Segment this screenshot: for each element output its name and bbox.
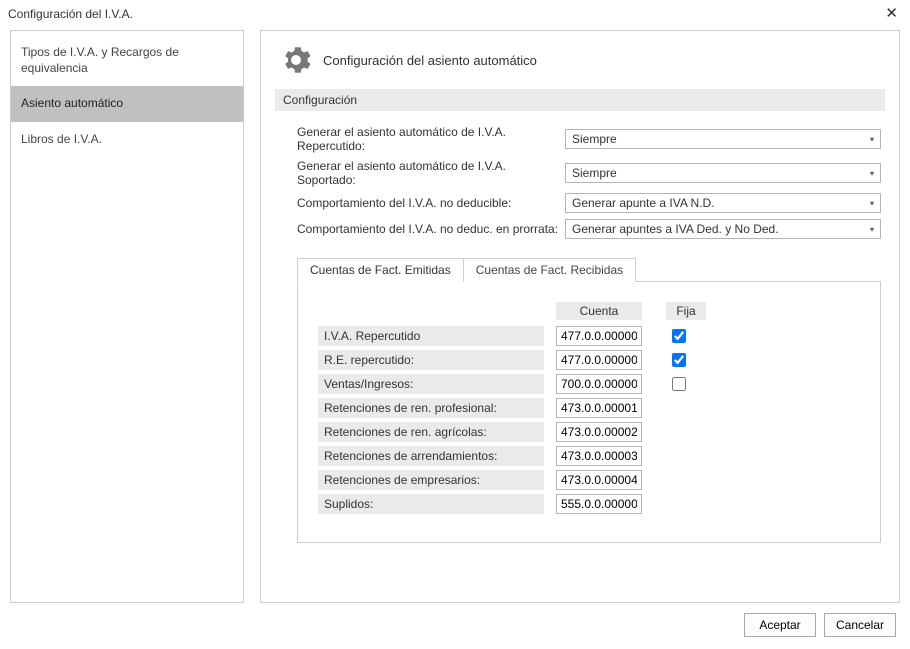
titlebar: Configuración del I.V.A. ✕ xyxy=(0,0,910,29)
close-icon[interactable]: ✕ xyxy=(881,6,902,21)
account-row: Retenciones de ren. profesional: xyxy=(318,398,860,418)
account-row: R.E. repercutido: xyxy=(318,350,860,370)
account-row-label: I.V.A. Repercutido xyxy=(318,326,544,346)
account-row-label: Retenciones de ren. profesional: xyxy=(318,398,544,418)
header-fija: Fija xyxy=(666,302,706,320)
tabs: Cuentas de Fact. Emitidas Cuentas de Fac… xyxy=(297,257,881,543)
select-value: Generar apunte a IVA N.D. xyxy=(572,196,715,210)
account-input[interactable] xyxy=(556,350,642,370)
account-row: Ventas/Ingresos: xyxy=(318,374,860,394)
account-input[interactable] xyxy=(556,374,642,394)
account-row-label: Retenciones de empresarios: xyxy=(318,470,544,490)
config-form: Generar el asiento automático de I.V.A. … xyxy=(297,125,881,239)
account-row-label: Ventas/Ingresos: xyxy=(318,374,544,394)
tab-label: Cuentas de Fact. Emitidas xyxy=(310,263,451,277)
tab-emitidas[interactable]: Cuentas de Fact. Emitidas xyxy=(297,258,464,282)
subsection-label: Configuración xyxy=(275,89,885,111)
account-row: I.V.A. Repercutido xyxy=(318,326,860,346)
tab-buttons: Cuentas de Fact. Emitidas Cuentas de Fac… xyxy=(297,257,881,282)
config-row-repercutido: Generar el asiento automático de I.V.A. … xyxy=(297,125,881,153)
content-panel: Configuración del asiento automático Con… xyxy=(260,30,900,603)
select-value: Generar apuntes a IVA Ded. y No Ded. xyxy=(572,222,779,236)
sidebar-item-label: Libros de I.V.A. xyxy=(21,132,102,146)
tab-recibidas[interactable]: Cuentas de Fact. Recibidas xyxy=(464,258,636,282)
sidebar-item-asiento-automatico[interactable]: Asiento automático xyxy=(11,86,243,122)
select-value: Siempre xyxy=(572,132,617,146)
gear-icon xyxy=(281,45,311,75)
account-fixed-checkbox[interactable] xyxy=(672,353,686,367)
sidebar-item-tipos-iva[interactable]: Tipos de I.V.A. y Recargos de equivalenc… xyxy=(11,35,243,86)
config-label: Comportamiento del I.V.A. no deducible: xyxy=(297,196,565,210)
section-header: Configuración del asiento automático xyxy=(281,45,885,75)
account-input[interactable] xyxy=(556,470,642,490)
account-row-label: Retenciones de arrendamientos: xyxy=(318,446,544,466)
account-input[interactable] xyxy=(556,398,642,418)
accounts-table-header: Cuenta Fija xyxy=(318,302,860,320)
section-title: Configuración del asiento automático xyxy=(323,53,537,68)
config-row-prorrata: Comportamiento del I.V.A. no deduc. en p… xyxy=(297,219,881,239)
window-title: Configuración del I.V.A. xyxy=(8,7,133,21)
main-area: Tipos de I.V.A. y Recargos de equivalenc… xyxy=(10,30,900,603)
account-row: Retenciones de ren. agrícolas: xyxy=(318,422,860,442)
chevron-down-icon: ▾ xyxy=(864,164,880,182)
config-select-prorrata[interactable]: Generar apuntes a IVA Ded. y No Ded. ▾ xyxy=(565,219,881,239)
config-select-no-deducible[interactable]: Generar apunte a IVA N.D. ▾ xyxy=(565,193,881,213)
account-input[interactable] xyxy=(556,494,642,514)
tab-panel-emitidas: Cuenta Fija I.V.A. Repercutido R.E. reper… xyxy=(297,282,881,543)
accounts-table-body: I.V.A. Repercutido R.E. repercutido: Venta… xyxy=(318,326,860,514)
config-label: Generar el asiento automático de I.V.A. … xyxy=(297,159,565,187)
account-fixed-checkbox[interactable] xyxy=(672,377,686,391)
chevron-down-icon: ▾ xyxy=(864,194,880,212)
sidebar: Tipos de I.V.A. y Recargos de equivalenc… xyxy=(10,30,244,603)
accept-button[interactable]: Aceptar xyxy=(744,613,816,637)
account-row-label: Suplidos: xyxy=(318,494,544,514)
config-row-no-deducible: Comportamiento del I.V.A. no deducible: … xyxy=(297,193,881,213)
config-label: Generar el asiento automático de I.V.A. … xyxy=(297,125,565,153)
config-label: Comportamiento del I.V.A. no deduc. en p… xyxy=(297,222,565,236)
account-input[interactable] xyxy=(556,446,642,466)
select-value: Siempre xyxy=(572,166,617,180)
config-select-soportado[interactable]: Siempre ▾ xyxy=(565,163,881,183)
sidebar-item-label: Asiento automático xyxy=(21,96,123,110)
config-select-repercutido[interactable]: Siempre ▾ xyxy=(565,129,881,149)
account-fixed-checkbox[interactable] xyxy=(672,329,686,343)
account-row-label: R.E. repercutido: xyxy=(318,350,544,370)
chevron-down-icon: ▾ xyxy=(864,130,880,148)
cancel-button[interactable]: Cancelar xyxy=(824,613,896,637)
sidebar-item-libros-iva[interactable]: Libros de I.V.A. xyxy=(11,122,243,158)
account-row: Suplidos: xyxy=(318,494,860,514)
config-row-soportado: Generar el asiento automático de I.V.A. … xyxy=(297,159,881,187)
dialog-footer: Aceptar Cancelar xyxy=(744,613,896,637)
account-input[interactable] xyxy=(556,422,642,442)
account-row-label: Retenciones de ren. agrícolas: xyxy=(318,422,544,442)
account-row: Retenciones de empresarios: xyxy=(318,470,860,490)
chevron-down-icon: ▾ xyxy=(864,220,880,238)
tab-label: Cuentas de Fact. Recibidas xyxy=(476,263,623,277)
account-row: Retenciones de arrendamientos: xyxy=(318,446,860,466)
header-cuenta: Cuenta xyxy=(556,302,642,320)
sidebar-item-label: Tipos de I.V.A. y Recargos de equivalenc… xyxy=(21,45,179,75)
account-input[interactable] xyxy=(556,326,642,346)
